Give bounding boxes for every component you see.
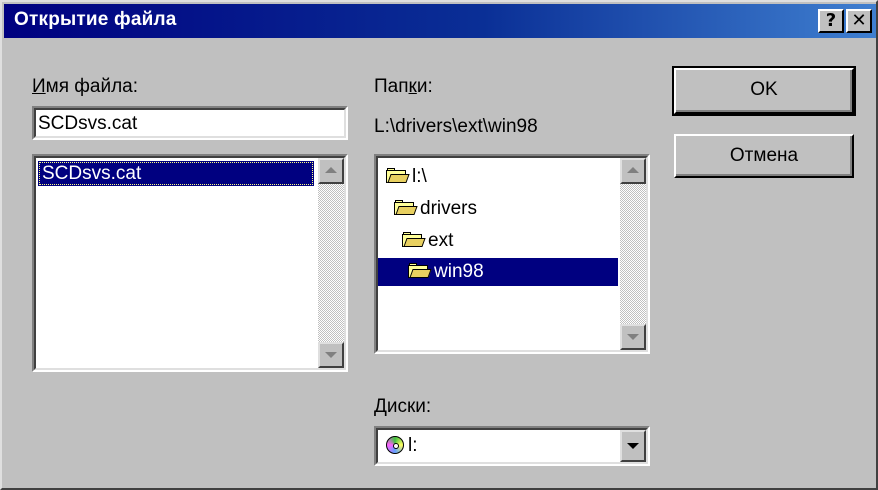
drives-dropdown[interactable]: l: [374, 426, 650, 466]
current-folder-path: L:\drivers\ext\win98 [374, 116, 538, 137]
file-name-label: Имя файла: [32, 76, 139, 97]
close-button[interactable]: ✕ [846, 9, 872, 33]
chevron-down-icon [627, 443, 639, 449]
folder-tree[interactable]: l:\ drivers ext win98 [374, 154, 650, 354]
drives-dropdown-button[interactable] [620, 430, 646, 462]
file-list[interactable]: SCDsvs.cat [32, 154, 348, 372]
drives-selected: l: [386, 435, 418, 457]
scroll-up-button[interactable] [620, 158, 646, 184]
scroll-up-button[interactable] [318, 158, 344, 184]
scroll-down-button[interactable] [318, 342, 344, 368]
file-name-input[interactable]: SCDsvs.cat [32, 106, 348, 140]
scroll-down-button[interactable] [620, 324, 646, 350]
ok-button[interactable]: OK [672, 66, 856, 116]
file-list-scrollbar[interactable] [318, 158, 344, 368]
title-bar[interactable]: Открытие файла ? ✕ [4, 4, 876, 38]
open-file-dialog: Открытие файла ? ✕ Имя файла: SCDsvs.cat… [0, 0, 878, 490]
cancel-button[interactable]: Отмена [674, 134, 854, 178]
file-list-item[interactable]: SCDsvs.cat [38, 161, 314, 186]
arrow-down-icon [325, 352, 337, 358]
folder-open-icon [386, 168, 410, 184]
folder-item-root[interactable]: l:\ [386, 164, 427, 190]
folder-item-drivers[interactable]: drivers [394, 196, 477, 222]
folder-open-icon [394, 200, 418, 216]
folder-item-ext[interactable]: ext [402, 228, 453, 254]
folder-open-icon [402, 232, 426, 248]
file-name-input-value: SCDsvs.cat [38, 113, 138, 134]
dialog-title: Открытие файла [14, 9, 177, 30]
folders-label: Папки: [374, 76, 433, 97]
arrow-up-icon [627, 167, 639, 173]
help-button[interactable]: ? [818, 9, 844, 33]
folder-open-icon [408, 263, 432, 279]
folder-item-win98[interactable]: win98 [378, 258, 618, 286]
folder-tree-scrollbar[interactable] [620, 158, 646, 350]
arrow-down-icon [627, 334, 639, 340]
drives-label: Диски: [374, 396, 432, 417]
cd-drive-icon [386, 436, 404, 454]
arrow-up-icon [325, 167, 337, 173]
